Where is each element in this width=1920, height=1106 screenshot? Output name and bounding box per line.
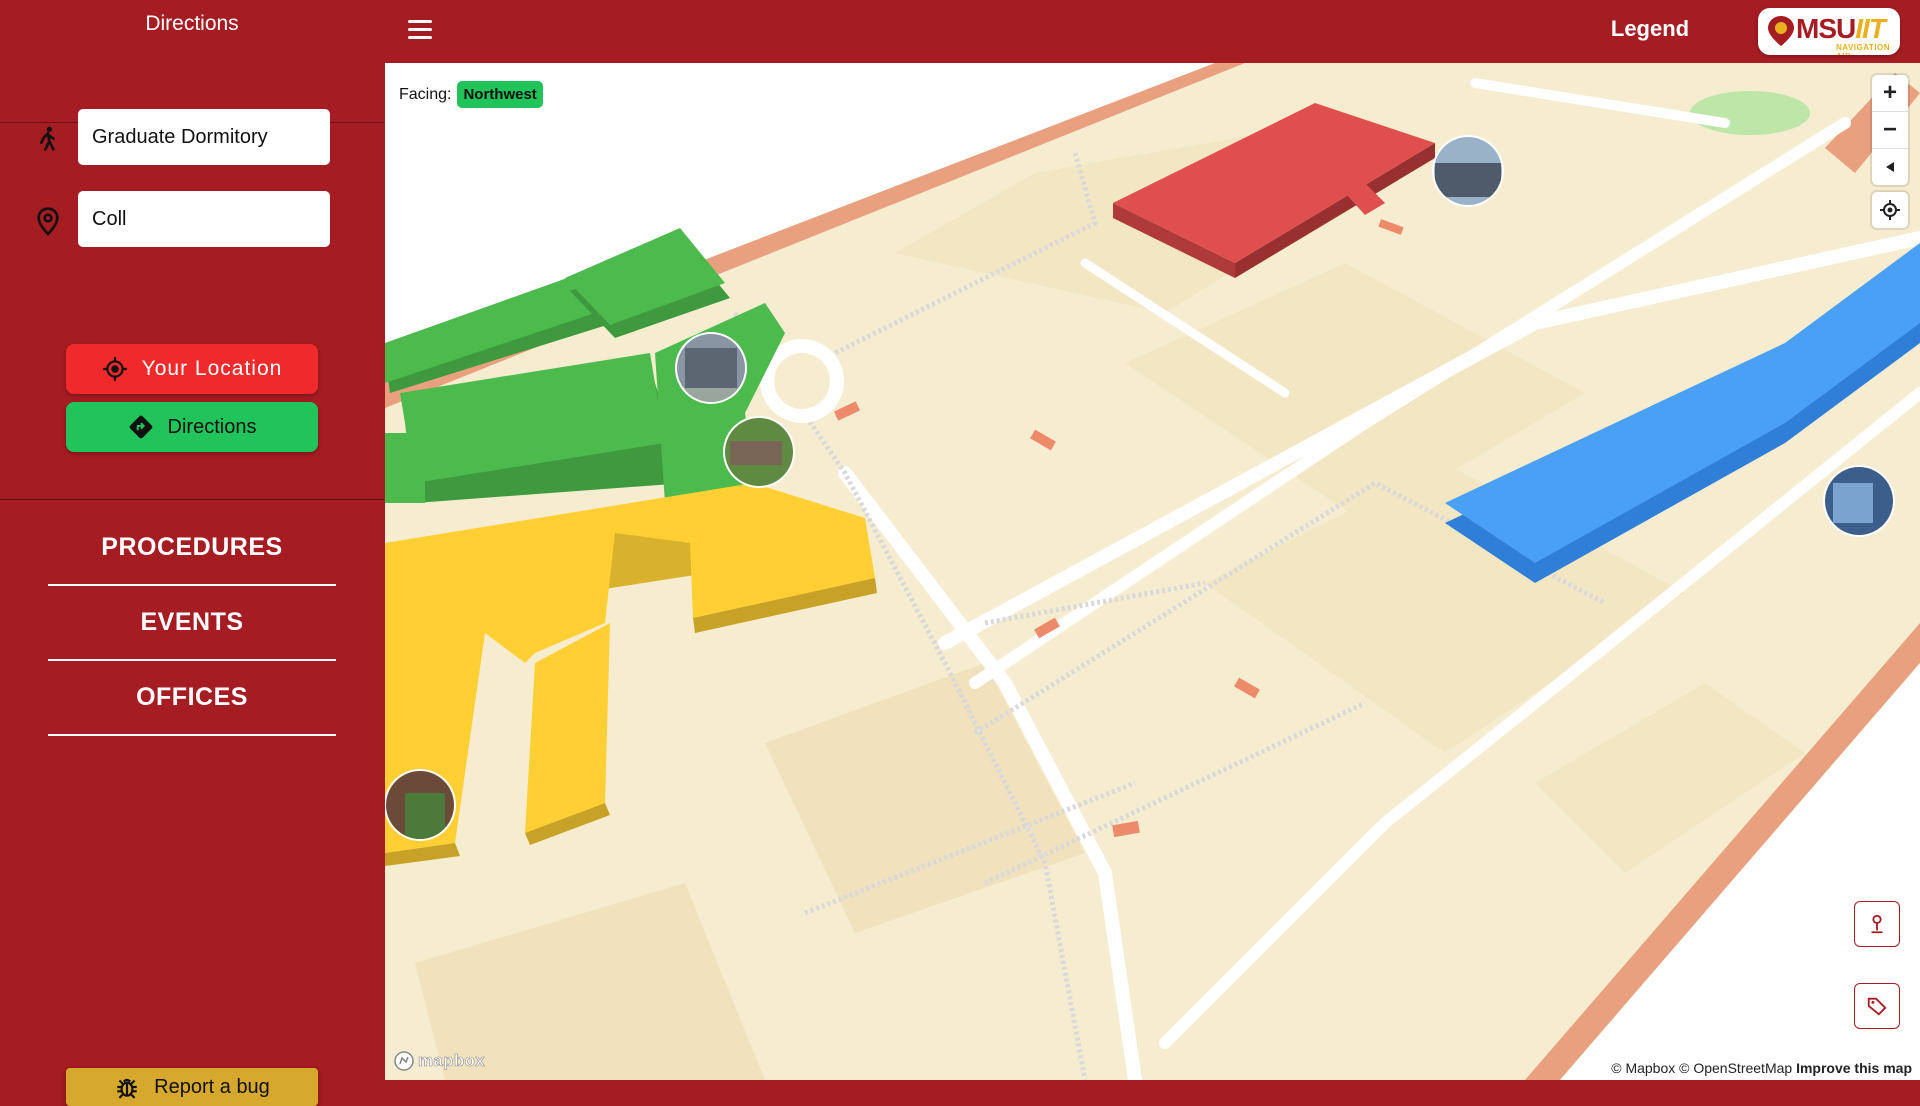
walking-person-icon <box>39 126 55 151</box>
mapbox-logo[interactable]: mapbox <box>393 1050 485 1072</box>
tag-icon <box>1867 997 1887 1016</box>
nav-offices[interactable]: OFFICES <box>48 672 336 736</box>
sidebar-divider <box>0 499 384 500</box>
building-photo-marker[interactable] <box>1432 135 1504 207</box>
sidebar-title: Directions <box>145 12 239 35</box>
map-attribution: © Mapbox © OpenStreetMap Improve this ma… <box>1609 1058 1914 1078</box>
map-zoom-controls: + − <box>1872 75 1908 185</box>
geolocate-button[interactable] <box>1872 192 1908 228</box>
logo-pin-icon <box>1768 16 1794 46</box>
facing-label: Facing: <box>399 85 452 103</box>
facing-badge: Northwest <box>457 81 543 108</box>
mapbox-logo-icon <box>394 1051 414 1071</box>
logo-text: MSUIIT <box>1796 13 1886 44</box>
destination-input[interactable] <box>78 191 330 247</box>
origin-input[interactable] <box>78 109 330 165</box>
map-canvas[interactable] <box>385 63 1920 1080</box>
park <box>1690 91 1810 135</box>
geolocate-icon <box>1880 200 1900 220</box>
your-location-label: Your Location <box>141 357 283 380</box>
legend-button[interactable]: Legend <box>1585 16 1715 42</box>
facing-indicator: Facing: Northwest <box>399 81 543 108</box>
directions-button[interactable]: Directions <box>66 402 318 452</box>
report-bug-label: Report a bug <box>154 1075 270 1098</box>
improve-map-link[interactable]: Improve this map <box>1796 1060 1912 1076</box>
directions-sign-icon <box>129 415 152 439</box>
report-bug-button[interactable]: Report a bug <box>66 1068 318 1106</box>
hamburger-menu-icon[interactable] <box>408 20 432 42</box>
roundabout-center <box>774 353 830 409</box>
attribution-mapbox[interactable]: © Mapbox <box>1611 1060 1675 1076</box>
block <box>765 663 1085 933</box>
location-pin-button[interactable] <box>1854 901 1900 947</box>
tag-button[interactable] <box>1854 983 1900 1029</box>
crosshair-icon <box>102 357 127 381</box>
nav-procedures[interactable]: PROCEDURES <box>48 522 336 586</box>
building-photo-marker[interactable] <box>1823 465 1895 537</box>
top-bar: Directions Legend MSUIIT NAVIGATION AID <box>0 0 1920 62</box>
mapbox-logo-text: mapbox <box>418 1051 485 1071</box>
msuiit-logo: MSUIIT NAVIGATION AID <box>1758 8 1900 55</box>
zoom-out-button[interactable]: − <box>1872 112 1908 149</box>
building-photo-marker[interactable] <box>385 769 456 841</box>
logo-tagline: NAVIGATION AID <box>1836 43 1891 55</box>
compass-icon <box>1886 162 1894 172</box>
zoom-in-button[interactable]: + <box>1872 75 1908 112</box>
directions-label: Directions <box>167 415 257 438</box>
sidebar: Your Location Directions PROCEDURES EVEN… <box>0 62 384 1106</box>
campus-map[interactable]: Facing: Northwest + − mapbox © Mapbox © … <box>385 63 1920 1080</box>
map-pin-icon <box>37 207 59 236</box>
attribution-osm[interactable]: © OpenStreetMap <box>1679 1060 1792 1076</box>
bug-icon <box>117 1078 137 1099</box>
compass-button[interactable] <box>1872 149 1908 185</box>
your-location-button[interactable]: Your Location <box>66 344 318 394</box>
nav-events[interactable]: EVENTS <box>48 597 336 661</box>
pin-icon <box>1871 914 1883 934</box>
